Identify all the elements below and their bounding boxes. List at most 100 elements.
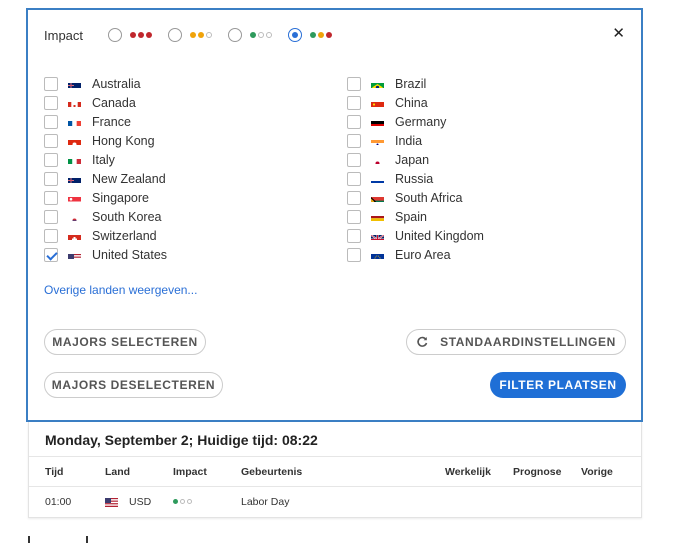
country-item-it[interactable]: Italy xyxy=(44,150,167,169)
select-majors-button[interactable]: MAJORS SELECTEREN xyxy=(44,329,206,355)
impact-dot xyxy=(187,499,192,504)
country-item-sg[interactable]: Singapore xyxy=(44,188,167,207)
eu-flag-icon xyxy=(371,250,384,259)
country-checkbox[interactable] xyxy=(44,76,58,91)
deselect-majors-label: MAJORS DESELECTEREN xyxy=(51,378,216,392)
impact-dots-icon xyxy=(310,32,332,38)
country-checkbox[interactable] xyxy=(44,209,58,224)
impact-radio[interactable] xyxy=(168,28,182,42)
impact-option-1[interactable] xyxy=(108,28,152,42)
impact-dot xyxy=(138,32,144,38)
de-flag-icon xyxy=(371,117,384,126)
date-heading: Monday, September 2; Huidige tijd: 08:22 xyxy=(45,432,318,448)
filter-panel: Impact ✕ Australia Canada France Hong Kong I… xyxy=(26,8,643,422)
au-flag-icon xyxy=(68,79,81,88)
col-country: Land xyxy=(105,466,131,478)
country-name: United States xyxy=(92,247,168,262)
us-flag-icon xyxy=(105,497,118,507)
gb-flag-icon xyxy=(371,231,384,240)
country-checkbox[interactable] xyxy=(44,247,58,262)
fr-flag-icon xyxy=(68,117,81,126)
country-name: South Africa xyxy=(395,190,463,205)
country-item-us[interactable]: United States xyxy=(44,245,167,264)
country-checkbox[interactable] xyxy=(347,133,361,148)
country-checkbox[interactable] xyxy=(347,228,361,243)
apply-filter-button[interactable]: FILTER PLAATSEN xyxy=(490,372,626,398)
impact-radio[interactable] xyxy=(288,28,302,42)
row-event[interactable]: Labor Day xyxy=(241,496,289,508)
calendar-results: Monday, September 2; Huidige tijd: 08:22… xyxy=(28,422,642,518)
country-checkbox[interactable] xyxy=(44,133,58,148)
country-name: Canada xyxy=(92,95,136,110)
country-item-jp[interactable]: Japan xyxy=(347,150,484,169)
country-checkbox[interactable] xyxy=(347,76,361,91)
country-checkbox[interactable] xyxy=(347,209,361,224)
impact-radio[interactable] xyxy=(228,28,242,42)
country-item-in[interactable]: India xyxy=(347,131,484,150)
row-time: 01:00 xyxy=(45,496,72,508)
country-item-br[interactable]: Brazil xyxy=(347,74,484,93)
impact-filter: Impact xyxy=(44,26,348,44)
impact-dots-icon xyxy=(250,32,272,38)
country-name: Brazil xyxy=(395,76,427,91)
ca-flag-icon xyxy=(68,98,81,107)
impact-option-2[interactable] xyxy=(168,28,212,42)
es-flag-icon xyxy=(371,212,384,221)
country-list-right: Brazil China Germany India Japan Russia South … xyxy=(347,74,484,264)
za-flag-icon xyxy=(371,193,384,202)
country-name: Germany xyxy=(395,114,447,129)
country-item-cn[interactable]: China xyxy=(347,93,484,112)
deselect-majors-button[interactable]: MAJORS DESELECTEREN xyxy=(44,372,223,398)
country-item-ch[interactable]: Switzerland xyxy=(44,226,167,245)
impact-dot xyxy=(318,32,324,38)
country-name: India xyxy=(395,133,423,148)
country-item-kr[interactable]: South Korea xyxy=(44,207,167,226)
country-checkbox[interactable] xyxy=(347,247,361,262)
br-flag-icon xyxy=(371,79,384,88)
country-checkbox[interactable] xyxy=(44,171,58,186)
row-impact-icon xyxy=(173,499,192,504)
country-checkbox[interactable] xyxy=(44,190,58,205)
country-name: Australia xyxy=(92,76,141,91)
country-checkbox[interactable] xyxy=(347,152,361,167)
country-item-eu[interactable]: Euro Area xyxy=(347,245,484,264)
impact-dot xyxy=(258,32,264,38)
country-item-de[interactable]: Germany xyxy=(347,112,484,131)
kr-flag-icon xyxy=(68,212,81,221)
country-item-ca[interactable]: Canada xyxy=(44,93,167,112)
impact-radio[interactable] xyxy=(108,28,122,42)
country-item-hk[interactable]: Hong Kong xyxy=(44,131,167,150)
country-checkbox[interactable] xyxy=(44,95,58,110)
country-checkbox[interactable] xyxy=(44,152,58,167)
impact-option-4[interactable] xyxy=(288,28,332,42)
country-name: Italy xyxy=(92,152,115,167)
col-time: Tijd xyxy=(45,466,64,478)
country-checkbox[interactable] xyxy=(347,190,361,205)
more-countries-link[interactable]: Overige landen weergeven... xyxy=(44,283,197,297)
country-checkbox[interactable] xyxy=(347,114,361,129)
country-item-ru[interactable]: Russia xyxy=(347,169,484,188)
table-row[interactable]: 01:00 USD Labor Day xyxy=(29,487,641,517)
default-settings-button[interactable]: STANDAARDINSTELLINGEN xyxy=(406,329,626,355)
country-item-gb[interactable]: United Kingdom xyxy=(347,226,484,245)
country-checkbox[interactable] xyxy=(44,228,58,243)
country-name: China xyxy=(395,95,428,110)
country-item-nz[interactable]: New Zealand xyxy=(44,169,167,188)
sg-flag-icon xyxy=(68,193,81,202)
refresh-icon xyxy=(416,336,428,348)
select-majors-label: MAJORS SELECTEREN xyxy=(52,335,198,349)
close-icon[interactable]: ✕ xyxy=(612,24,625,42)
country-item-fr[interactable]: France xyxy=(44,112,167,131)
cropped-heading-fragment xyxy=(28,536,88,543)
impact-dot xyxy=(250,32,256,38)
impact-option-3[interactable] xyxy=(228,28,272,42)
country-item-au[interactable]: Australia xyxy=(44,74,167,93)
country-checkbox[interactable] xyxy=(347,95,361,110)
country-checkbox[interactable] xyxy=(347,171,361,186)
country-item-es[interactable]: Spain xyxy=(347,207,484,226)
row-currency: USD xyxy=(129,496,152,508)
country-item-za[interactable]: South Africa xyxy=(347,188,484,207)
country-checkbox[interactable] xyxy=(44,114,58,129)
impact-dots-icon xyxy=(190,32,212,38)
apply-filter-label: FILTER PLAATSEN xyxy=(499,378,617,392)
